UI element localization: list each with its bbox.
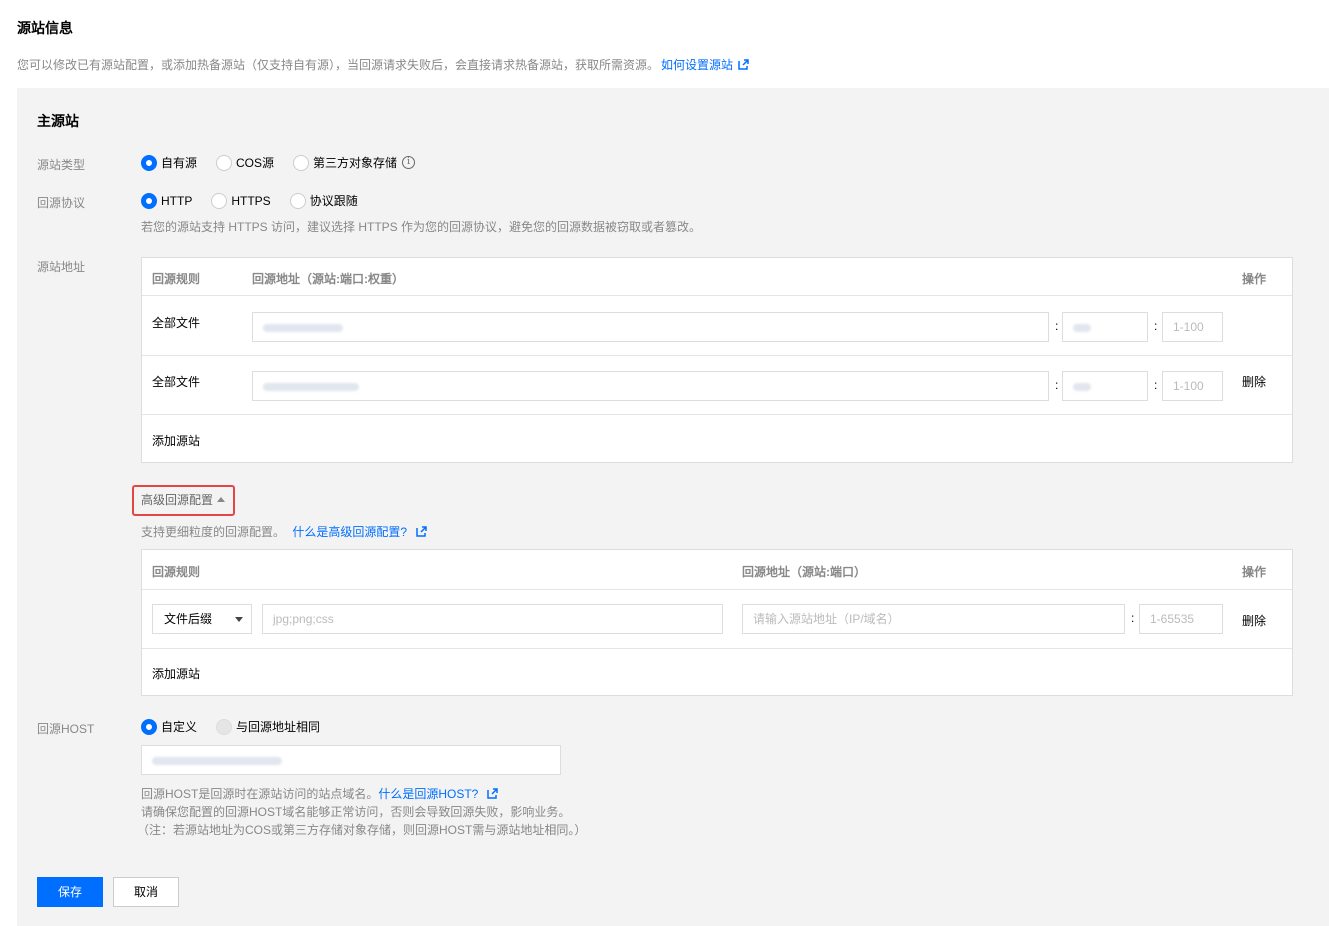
column-header-rule: 回源规则 — [152, 272, 201, 286]
row-rule: 全部文件 — [152, 375, 201, 389]
protocol-hint: 若您的源站支持 HTTPS 访问，建议选择 HTTPS 作为您的回源协议，避免您… — [141, 220, 702, 234]
redacted-value — [263, 382, 359, 391]
port-input[interactable] — [1062, 312, 1148, 342]
advanced-address-input[interactable]: 请输入源站地址（IP/域名） — [742, 604, 1125, 634]
protocol-label: 回源协议 — [37, 196, 86, 210]
host-hint-line3: （注：若源站地址为COS或第三方存储对象存储，则回源HOST需与源站地址相同。） — [137, 823, 587, 837]
origin-help-link[interactable]: 如何设置源站 — [661, 58, 733, 72]
colon-separator: : — [1055, 378, 1059, 392]
advanced-config-toggle[interactable]: 高级回源配置 — [132, 485, 235, 516]
info-icon[interactable]: i — [402, 156, 416, 169]
radio-dot — [293, 154, 310, 171]
row-divider — [142, 414, 1292, 415]
column-header-address: 回源地址（源站:端口:权重） — [252, 272, 404, 286]
cancel-button[interactable]: 取消 — [113, 877, 179, 907]
rule-type-select[interactable]: 文件后缀 — [152, 604, 252, 634]
chevron-down-icon — [235, 617, 243, 622]
radio-host-same-as-origin[interactable]: 与回源地址相同 — [216, 718, 320, 735]
redacted-value — [263, 323, 343, 332]
host-hint-line1: 回源HOST是回源时在源站访问的站点域名。什么是回源HOST? — [141, 785, 499, 802]
delete-row-link[interactable]: 删除 — [1242, 373, 1266, 390]
advanced-hint: 支持更细粒度的回源配置。 什么是高级回源配置? — [141, 523, 427, 540]
column-header-action: 操作 — [1242, 565, 1267, 579]
protocol-radio-group: HTTP HTTPS 协议跟随 — [141, 192, 377, 209]
redacted-value — [1073, 323, 1091, 332]
radio-origin-third-party[interactable]: 第三方对象存储 — [293, 154, 397, 171]
radio-dot — [216, 718, 233, 735]
origin-type-label: 源站类型 — [37, 158, 86, 172]
advanced-help-link[interactable]: 什么是高级回源配置? — [292, 525, 407, 539]
redacted-value — [152, 756, 282, 765]
page-description: 您可以修改已有源站配置，或添加热备源站（仅支持自有源），当回源请求失败后，会直接… — [17, 56, 749, 73]
radio-dot — [216, 154, 233, 171]
host-hint-line2: 请确保您配置的回源HOST域名能够正常访问，否则会导致回源失败，影响业务。 — [141, 805, 571, 819]
page-title: 源站信息 — [17, 20, 73, 36]
radio-dot — [141, 718, 157, 735]
table-header: 回源规则 回源地址（源站:端口） 操作 — [142, 550, 1292, 590]
external-link-icon[interactable] — [738, 59, 749, 70]
weight-input[interactable]: 1-100 — [1162, 312, 1223, 342]
delete-row-link[interactable]: 删除 — [1242, 612, 1266, 629]
add-origin-link[interactable]: 添加源站 — [152, 432, 200, 449]
external-link-icon[interactable] — [416, 526, 427, 537]
colon-separator: : — [1055, 319, 1059, 333]
colon-separator: : — [1131, 611, 1135, 625]
host-radio-group: 自定义 与回源地址相同 — [141, 718, 339, 735]
row-divider — [142, 648, 1292, 649]
host-label: 回源HOST — [37, 722, 95, 736]
origin-address-input[interactable] — [252, 312, 1049, 342]
radio-dot — [289, 192, 306, 209]
row-rule: 全部文件 — [152, 316, 201, 330]
radio-dot — [141, 192, 157, 209]
origin-address-label: 源站地址 — [37, 260, 86, 274]
column-header-action: 操作 — [1242, 272, 1267, 286]
radio-dot — [211, 192, 228, 209]
radio-origin-cos[interactable]: COS源 — [216, 154, 274, 171]
primary-origin-title: 主源站 — [37, 113, 79, 129]
radio-protocol-http[interactable]: HTTP — [141, 192, 192, 209]
colon-separator: : — [1154, 378, 1158, 392]
weight-input[interactable]: 1-100 — [1162, 371, 1223, 401]
table-header: 回源规则 回源地址（源站:端口:权重） 操作 — [142, 258, 1292, 296]
host-help-link[interactable]: 什么是回源HOST? — [378, 787, 478, 801]
origin-address-input[interactable] — [252, 371, 1049, 401]
rule-value-input[interactable]: jpg;png;css — [262, 604, 723, 634]
host-input[interactable] — [141, 745, 561, 775]
redacted-value — [1073, 382, 1091, 391]
add-origin-link[interactable]: 添加源站 — [152, 665, 200, 682]
radio-origin-own[interactable]: 自有源 — [141, 154, 197, 171]
colon-separator: : — [1154, 319, 1158, 333]
advanced-port-input[interactable]: 1-65535 — [1139, 604, 1223, 634]
save-button[interactable]: 保存 — [37, 877, 103, 907]
port-input[interactable] — [1062, 371, 1148, 401]
caret-up-icon — [217, 497, 226, 502]
column-header-address: 回源地址（源站:端口） — [742, 565, 866, 579]
origin-address-table: 回源规则 回源地址（源站:端口:权重） 操作 全部文件 : : 1-100 全部… — [141, 257, 1293, 463]
origin-type-radio-group: 自有源 COS源 第三方对象存储 i — [141, 154, 416, 171]
external-link-icon[interactable] — [487, 788, 499, 799]
page-description-text: 您可以修改已有源站配置，或添加热备源站（仅支持自有源），当回源请求失败后，会直接… — [17, 58, 660, 72]
radio-dot — [141, 154, 157, 171]
radio-protocol-https[interactable]: HTTPS — [211, 192, 271, 209]
radio-protocol-follow[interactable]: 协议跟随 — [289, 192, 358, 209]
column-header-rule: 回源规则 — [152, 565, 201, 579]
row-divider — [142, 355, 1292, 356]
advanced-rules-table: 回源规则 回源地址（源站:端口） 操作 文件后缀 jpg;png;css 请输入… — [141, 549, 1293, 696]
radio-host-custom[interactable]: 自定义 — [141, 718, 197, 735]
